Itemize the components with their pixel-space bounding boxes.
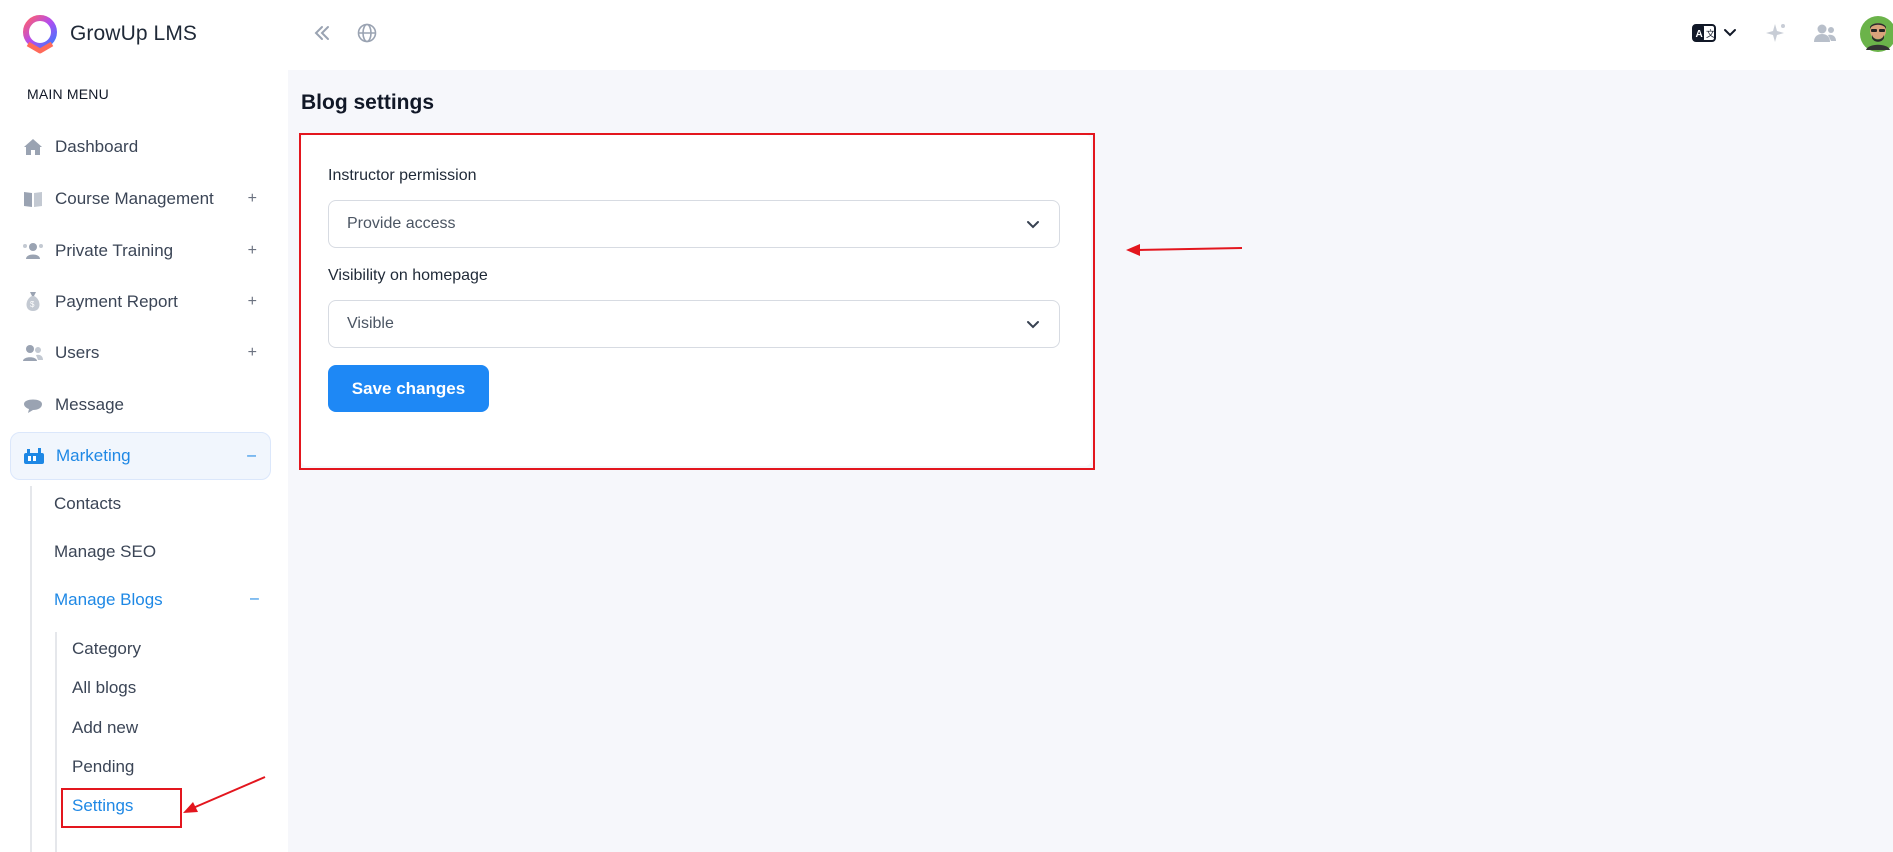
annotation-arrowhead-settings [183, 802, 198, 813]
annotation-arrow-settings [192, 776, 266, 809]
annotation-arrowhead-form [1126, 244, 1140, 256]
annotation-arrows [183, 244, 1243, 813]
annotation-arrow-form [1137, 247, 1243, 251]
